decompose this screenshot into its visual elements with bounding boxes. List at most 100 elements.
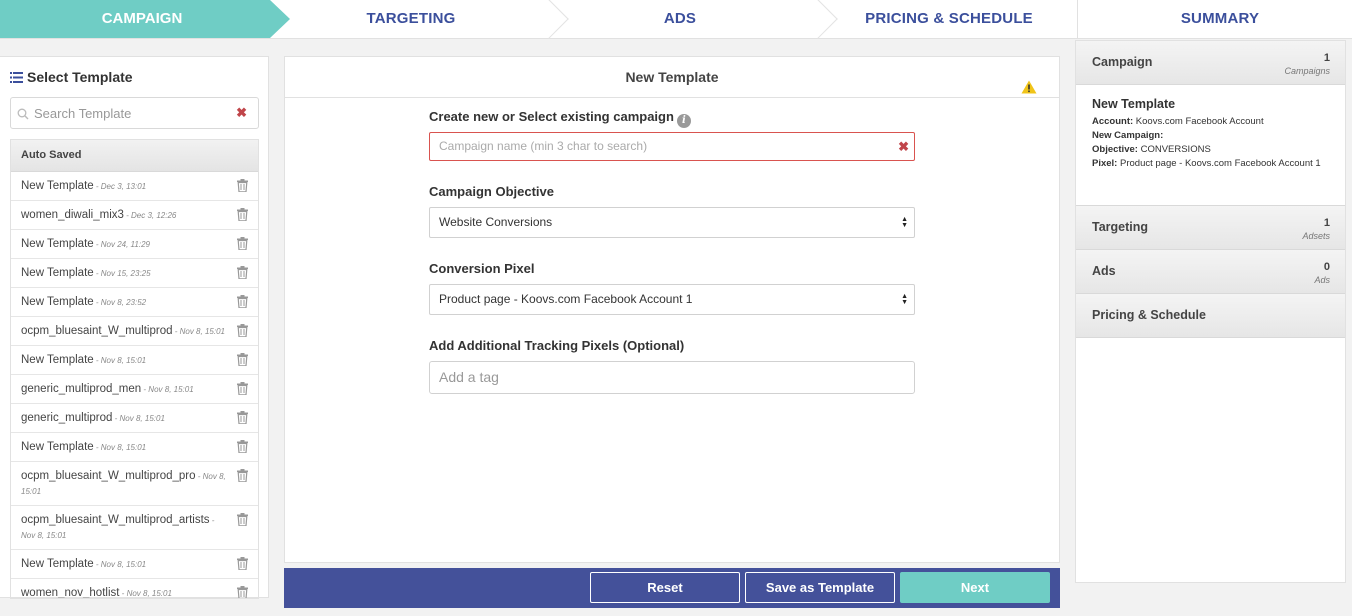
template-item-date: - Nov 15, 23:25 — [93, 269, 151, 278]
trash-icon[interactable] — [237, 440, 248, 458]
objective-select[interactable]: Website Conversions ▲ ▼ — [429, 207, 915, 238]
summary-objective: Objective: CONVERSIONS — [1092, 144, 1211, 155]
clear-search-icon[interactable]: ✖ — [236, 105, 247, 121]
template-panel-title-text: Select Template — [27, 69, 133, 85]
summary-campaign-count: 1 — [1323, 52, 1330, 64]
save-template-button[interactable]: Save as Template — [745, 572, 895, 603]
summary-new-campaign: New Campaign: — [1092, 130, 1164, 141]
trash-icon[interactable] — [237, 557, 248, 575]
trash-icon[interactable] — [237, 469, 248, 487]
template-list-item[interactable]: ocpm_bluesaint_W_multiprod_pro - Nov 8, … — [11, 462, 258, 506]
summary-targeting-unit: Adsets — [1302, 231, 1330, 241]
trash-icon[interactable] — [237, 513, 248, 531]
template-list-item[interactable]: New Template - Nov 8, 15:01 — [11, 346, 258, 375]
template-list-item[interactable]: New Template - Dec 3, 13:01 — [11, 172, 258, 201]
summary-pricing-section[interactable]: Pricing & Schedule — [1076, 294, 1345, 338]
step-divider — [1077, 0, 1078, 38]
template-panel: Select Template Search Template ✖ Auto S… — [0, 56, 269, 599]
step-campaign[interactable]: CAMPAIGN — [0, 0, 291, 38]
list-icon — [10, 70, 23, 86]
trash-icon[interactable] — [237, 411, 248, 429]
summary-ads-section[interactable]: Ads 0 Ads — [1076, 250, 1345, 294]
campaign-label-text: Create new or Select existing campaign — [429, 109, 674, 124]
template-list-item[interactable]: ocpm_bluesaint_W_multiprod - Nov 8, 15:0… — [11, 317, 258, 346]
template-item-date: - Nov 8, 15:01 — [172, 327, 225, 336]
template-item-name: New Template — [21, 296, 94, 308]
summary-campaign-title: Campaign — [1092, 55, 1153, 69]
template-list-item[interactable]: women_nov_hotlist - Nov 8, 15:01 — [11, 579, 258, 599]
campaign-label: Create new or Select existing campaign i — [429, 109, 915, 128]
tracking-tag-input[interactable]: Add a tag — [429, 361, 915, 394]
trash-icon[interactable] — [237, 295, 248, 313]
objective-label: Campaign Objective — [429, 184, 554, 199]
template-item-date: - Nov 8, 23:52 — [93, 298, 147, 307]
template-item-name: ocpm_bluesaint_W_multiprod_pro — [21, 470, 196, 482]
summary-targeting-section[interactable]: Targeting 1 Adsets — [1076, 206, 1345, 250]
trash-icon[interactable] — [237, 179, 248, 197]
template-item-name: New Template — [21, 558, 94, 570]
campaign-form-panel: New Template Create new or Select existi… — [284, 56, 1060, 563]
template-item-name: ocpm_bluesaint_W_multiprod — [21, 325, 173, 337]
template-list-item[interactable]: New Template - Nov 15, 23:25 — [11, 259, 258, 288]
form-header: New Template — [285, 57, 1059, 98]
campaign-name-placeholder: Campaign name (min 3 char to search) — [439, 139, 648, 153]
campaign-form: Create new or Select existing campaign i … — [429, 109, 915, 417]
template-list-item[interactable]: New Template - Nov 24, 11:29 — [11, 230, 258, 259]
template-group-header: Auto Saved — [11, 140, 258, 172]
action-bar: Reset Save as Template Next — [284, 568, 1060, 608]
template-panel-title: Select Template — [10, 69, 133, 86]
template-list-item[interactable]: generic_multiprod_men - Nov 8, 15:01 — [11, 375, 258, 404]
trash-icon[interactable] — [237, 586, 248, 598]
template-list-item[interactable]: New Template - Nov 8, 15:01 — [11, 550, 258, 579]
summary-targeting-count: 1 — [1323, 217, 1330, 229]
pixel-label: Conversion Pixel — [429, 261, 535, 276]
template-item-name: generic_multiprod — [21, 412, 113, 424]
summary-panel: Campaign 1 Campaigns New Template Accoun… — [1075, 40, 1346, 583]
template-item-name: New Template — [21, 238, 94, 250]
summary-pricing-title: Pricing & Schedule — [1092, 308, 1206, 322]
summary-pixel: Pixel: Product page - Koovs.com Facebook… — [1092, 158, 1321, 169]
template-list-item[interactable]: New Template - Nov 8, 15:01 — [11, 433, 258, 462]
summary-template-name: New Template — [1092, 97, 1176, 111]
trash-icon[interactable] — [237, 237, 248, 255]
template-item-name: New Template — [21, 180, 94, 192]
template-list-item[interactable]: generic_multiprod - Nov 8, 15:01 — [11, 404, 258, 433]
template-item-date: - Dec 3, 12:26 — [123, 211, 177, 220]
summary-ads-count: 0 — [1323, 261, 1330, 273]
template-item-name: New Template — [21, 441, 94, 453]
summary-campaign-section[interactable]: Campaign 1 Campaigns — [1076, 41, 1345, 85]
pixel-value: Product page - Koovs.com Facebook Accoun… — [439, 292, 693, 306]
template-list-item[interactable]: women_diwali_mix3 - Dec 3, 12:26 — [11, 201, 258, 230]
next-button[interactable]: Next — [900, 572, 1050, 603]
summary-ads-title: Ads — [1092, 264, 1116, 278]
step-ads[interactable]: ADS — [560, 0, 800, 38]
pixel-select[interactable]: Product page - Koovs.com Facebook Accoun… — [429, 284, 915, 315]
template-item-name: ocpm_bluesaint_W_multiprod_artists — [21, 514, 210, 526]
step-pricing-schedule[interactable]: PRICING & SCHEDULE — [829, 0, 1069, 38]
template-item-date: - Nov 24, 11:29 — [93, 240, 150, 249]
template-search-input[interactable]: Search Template ✖ — [10, 97, 259, 129]
select-caret-icon: ▲ ▼ — [901, 293, 908, 306]
template-item-name: generic_multiprod_men — [21, 383, 142, 395]
template-item-date: - Nov 8, 15:01 — [141, 385, 194, 394]
clear-campaign-icon[interactable]: ✖ — [898, 133, 909, 160]
summary-account: Account: Koovs.com Facebook Account — [1092, 116, 1264, 127]
warning-icon[interactable] — [1021, 69, 1037, 109]
template-list: Auto Saved New Template - Dec 3, 13:01 wo… — [10, 139, 259, 599]
template-item-date: - Nov 8, 15:01 — [119, 589, 172, 598]
trash-icon[interactable] — [237, 382, 248, 400]
trash-icon[interactable] — [237, 208, 248, 226]
template-list-item[interactable]: ocpm_bluesaint_W_multiprod_artists - Nov… — [11, 506, 258, 550]
trash-icon[interactable] — [237, 266, 248, 284]
template-item-name: women_nov_hotlist — [21, 587, 120, 599]
template-list-item[interactable]: New Template - Nov 8, 23:52 — [11, 288, 258, 317]
reset-button[interactable]: Reset — [590, 572, 740, 603]
trash-icon[interactable] — [237, 353, 248, 371]
step-campaign-label: CAMPAIGN — [101, 10, 183, 27]
template-item-date: - Dec 3, 13:01 — [93, 182, 147, 191]
info-icon[interactable]: i — [676, 114, 691, 128]
step-summary[interactable]: SUMMARY — [1088, 0, 1352, 38]
campaign-name-input[interactable]: Campaign name (min 3 char to search) ✖ — [429, 132, 915, 161]
step-targeting[interactable]: TARGETING — [291, 0, 531, 38]
trash-icon[interactable] — [237, 324, 248, 342]
